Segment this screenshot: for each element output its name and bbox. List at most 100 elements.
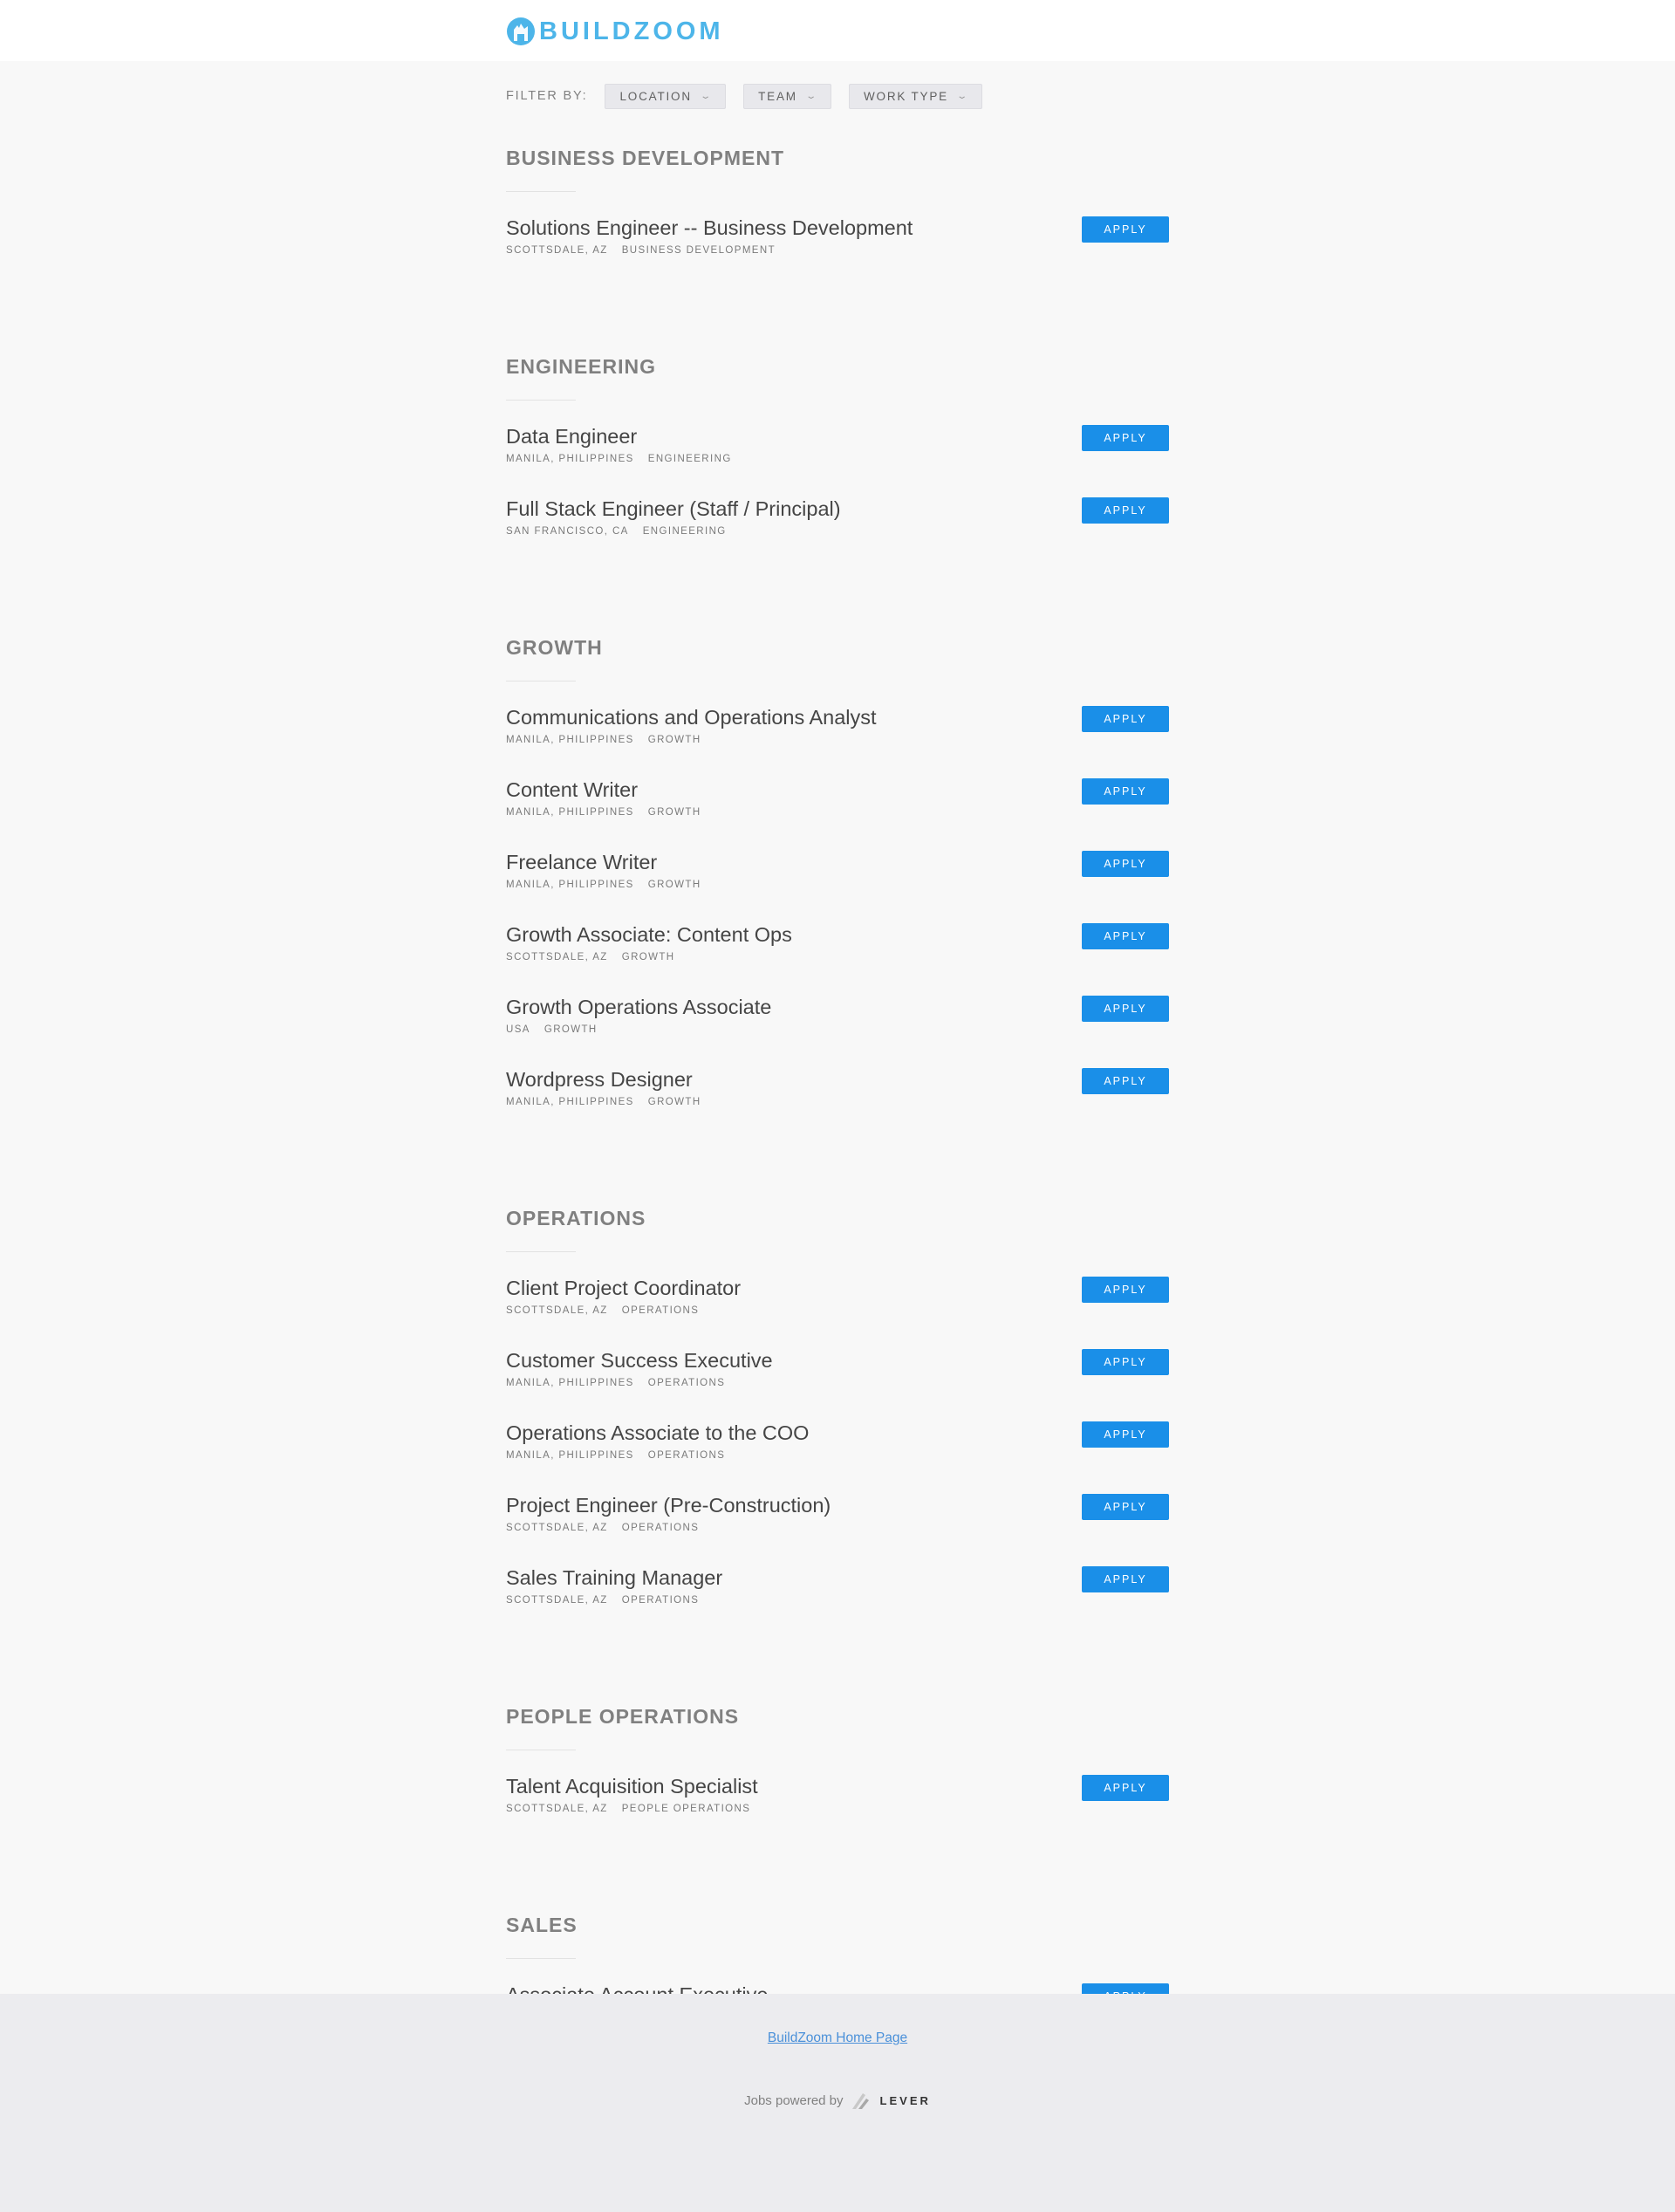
posting-meta: SCOTTSDALE, AZ OPERATIONS bbox=[506, 1595, 1169, 1606]
posting-team: GROWTH bbox=[647, 735, 701, 745]
section-title: GROWTH bbox=[506, 636, 603, 659]
posting-title-link[interactable]: Wordpress Designer bbox=[506, 1063, 1169, 1092]
posting-title-link[interactable]: Sales Training Manager bbox=[506, 1561, 1169, 1591]
posting-title-link[interactable]: Project Engineer (Pre-Construction) bbox=[506, 1489, 1169, 1518]
apply-button[interactable]: APPLY bbox=[1082, 923, 1169, 949]
posting-team: OPERATIONS bbox=[621, 1595, 700, 1606]
powered-by: Jobs powered by LEVER bbox=[0, 2090, 1675, 2111]
apply-button[interactable]: APPLY bbox=[1082, 1277, 1169, 1303]
apply-button[interactable]: APPLY bbox=[1082, 1068, 1169, 1094]
posting-title-link[interactable]: Communications and Operations Analyst bbox=[506, 701, 1169, 730]
powered-by-text: Jobs powered by bbox=[744, 2092, 844, 2108]
posting-title-link[interactable]: Growth Operations Associate bbox=[506, 990, 1169, 1020]
chevron-down-icon: ⌄ bbox=[804, 91, 820, 101]
posting-meta: SCOTTSDALE, AZ BUSINESS DEVELOPMENT bbox=[506, 245, 1169, 256]
section-divider bbox=[506, 1958, 576, 1959]
job-posting: Growth Associate: Content Ops SCOTTSDALE,… bbox=[506, 918, 1169, 990]
posting-team: OPERATIONS bbox=[647, 1450, 726, 1461]
section-title: OPERATIONS bbox=[506, 1207, 646, 1229]
filter-button-label: TEAM bbox=[758, 89, 797, 103]
posting-location: MANILA, PHILIPPINES bbox=[506, 880, 634, 890]
home-page-link[interactable]: BuildZoom Home Page bbox=[0, 2031, 1675, 2046]
job-section: BUSINESS DEVELOPMENT Solutions Engineer -… bbox=[506, 131, 1169, 284]
apply-button[interactable]: APPLY bbox=[1082, 216, 1169, 243]
chevron-down-icon: ⌄ bbox=[699, 91, 714, 101]
posting-location: MANILA, PHILIPPINES bbox=[506, 1378, 634, 1388]
apply-button[interactable]: APPLY bbox=[1082, 851, 1169, 877]
filter-location-button[interactable]: LOCATION ⌄ bbox=[605, 83, 727, 109]
posting-team: GROWTH bbox=[647, 1097, 701, 1107]
job-posting: Client Project Coordinator SCOTTSDALE, AZ… bbox=[506, 1271, 1169, 1344]
posting-meta: MANILA, PHILIPPINES OPERATIONS bbox=[506, 1378, 1169, 1388]
posting-location: MANILA, PHILIPPINES bbox=[506, 735, 634, 745]
posting-meta: MANILA, PHILIPPINES GROWTH bbox=[506, 735, 1169, 745]
posting-title-link[interactable]: Customer Success Executive bbox=[506, 1344, 1169, 1373]
postings-list: BUSINESS DEVELOPMENT Solutions Engineer -… bbox=[506, 131, 1169, 2123]
filter-team-button[interactable]: TEAM ⌄ bbox=[743, 83, 831, 109]
posting-title-link[interactable]: Growth Associate: Content Ops bbox=[506, 918, 1169, 948]
posting-title-link[interactable]: Operations Associate to the COO bbox=[506, 1416, 1169, 1446]
posting-title-link[interactable]: Full Stack Engineer (Staff / Principal) bbox=[506, 492, 1169, 522]
apply-button[interactable]: APPLY bbox=[1082, 425, 1169, 451]
apply-button[interactable]: APPLY bbox=[1082, 1421, 1169, 1448]
page-header: BUILDZOOM bbox=[0, 0, 1675, 61]
section-divider bbox=[506, 1251, 576, 1252]
job-posting: Talent Acquisition Specialist SCOTTSDALE,… bbox=[506, 1770, 1169, 1842]
buildzoom-logo-icon bbox=[507, 17, 535, 45]
apply-button[interactable]: APPLY bbox=[1082, 778, 1169, 805]
brand-name: BUILDZOOM bbox=[539, 17, 724, 45]
apply-button[interactable]: APPLY bbox=[1082, 1775, 1169, 1801]
filter-label: FILTER BY: bbox=[506, 89, 588, 103]
apply-button[interactable]: APPLY bbox=[1082, 497, 1169, 524]
posting-title-link[interactable]: Freelance Writer bbox=[506, 846, 1169, 875]
posting-title-link[interactable]: Client Project Coordinator bbox=[506, 1271, 1169, 1301]
posting-meta: SCOTTSDALE, AZ OPERATIONS bbox=[506, 1523, 1169, 1533]
posting-team: OPERATIONS bbox=[621, 1305, 700, 1316]
posting-location: SCOTTSDALE, AZ bbox=[506, 952, 608, 962]
job-section: GROWTH Communications and Operations Anal… bbox=[506, 620, 1169, 1135]
filter-work-type-button[interactable]: WORK TYPE ⌄ bbox=[848, 83, 983, 109]
apply-button[interactable]: APPLY bbox=[1082, 1494, 1169, 1520]
posting-team: GROWTH bbox=[647, 807, 701, 818]
main-content: FILTER BY: LOCATION ⌄ TEAM ⌄ WORK TYPE ⌄… bbox=[506, 61, 1169, 2123]
posting-title-link[interactable]: Solutions Engineer -- Business Developme… bbox=[506, 211, 1169, 241]
job-posting: Solutions Engineer -- Business Developme… bbox=[506, 211, 1169, 284]
posting-title-link[interactable]: Data Engineer bbox=[506, 420, 1169, 449]
posting-title-link[interactable]: Talent Acquisition Specialist bbox=[506, 1770, 1169, 1799]
apply-button[interactable]: APPLY bbox=[1082, 996, 1169, 1022]
apply-button[interactable]: APPLY bbox=[1082, 1566, 1169, 1592]
lever-logo-icon[interactable] bbox=[851, 2090, 873, 2111]
posting-location: USA bbox=[506, 1024, 530, 1035]
posting-location: SCOTTSDALE, AZ bbox=[506, 1523, 608, 1533]
lever-brand[interactable]: LEVER bbox=[880, 2094, 931, 2107]
posting-location: SAN FRANCISCO, CA bbox=[506, 526, 629, 537]
apply-button[interactable]: APPLY bbox=[1082, 706, 1169, 732]
posting-meta: MANILA, PHILIPPINES OPERATIONS bbox=[506, 1450, 1169, 1461]
buildzoom-logo[interactable]: BUILDZOOM bbox=[506, 14, 724, 49]
posting-location: MANILA, PHILIPPINES bbox=[506, 1097, 634, 1107]
job-posting: Communications and Operations Analyst MAN… bbox=[506, 701, 1169, 773]
section-title: BUSINESS DEVELOPMENT bbox=[506, 147, 785, 169]
section-divider bbox=[506, 191, 576, 192]
apply-button[interactable]: APPLY bbox=[1082, 1349, 1169, 1375]
posting-team: OPERATIONS bbox=[621, 1523, 700, 1533]
posting-team: GROWTH bbox=[621, 952, 675, 962]
posting-meta: MANILA, PHILIPPINES GROWTH bbox=[506, 807, 1169, 818]
job-posting: Sales Training Manager SCOTTSDALE, AZ OPER… bbox=[506, 1561, 1169, 1633]
posting-team: ENGINEERING bbox=[642, 526, 727, 537]
posting-location: MANILA, PHILIPPINES bbox=[506, 1450, 634, 1461]
posting-title-link[interactable]: Content Writer bbox=[506, 773, 1169, 803]
posting-location: SCOTTSDALE, AZ bbox=[506, 1804, 608, 1814]
job-section: ENGINEERING Data Engineer MANILA, PHILIPPI… bbox=[506, 339, 1169, 565]
posting-location: SCOTTSDALE, AZ bbox=[506, 1595, 608, 1606]
posting-meta: USA GROWTH bbox=[506, 1024, 1169, 1035]
job-posting: Project Engineer (Pre-Construction) SCOTT… bbox=[506, 1489, 1169, 1561]
page-footer: BuildZoom Home Page Jobs powered by LEVE… bbox=[0, 1994, 1675, 2212]
job-posting: Data Engineer MANILA, PHILIPPINES ENGINEER… bbox=[506, 420, 1169, 492]
job-section: OPERATIONS Client Project Coordinator SCOT… bbox=[506, 1191, 1169, 1633]
posting-meta: MANILA, PHILIPPINES GROWTH bbox=[506, 880, 1169, 890]
